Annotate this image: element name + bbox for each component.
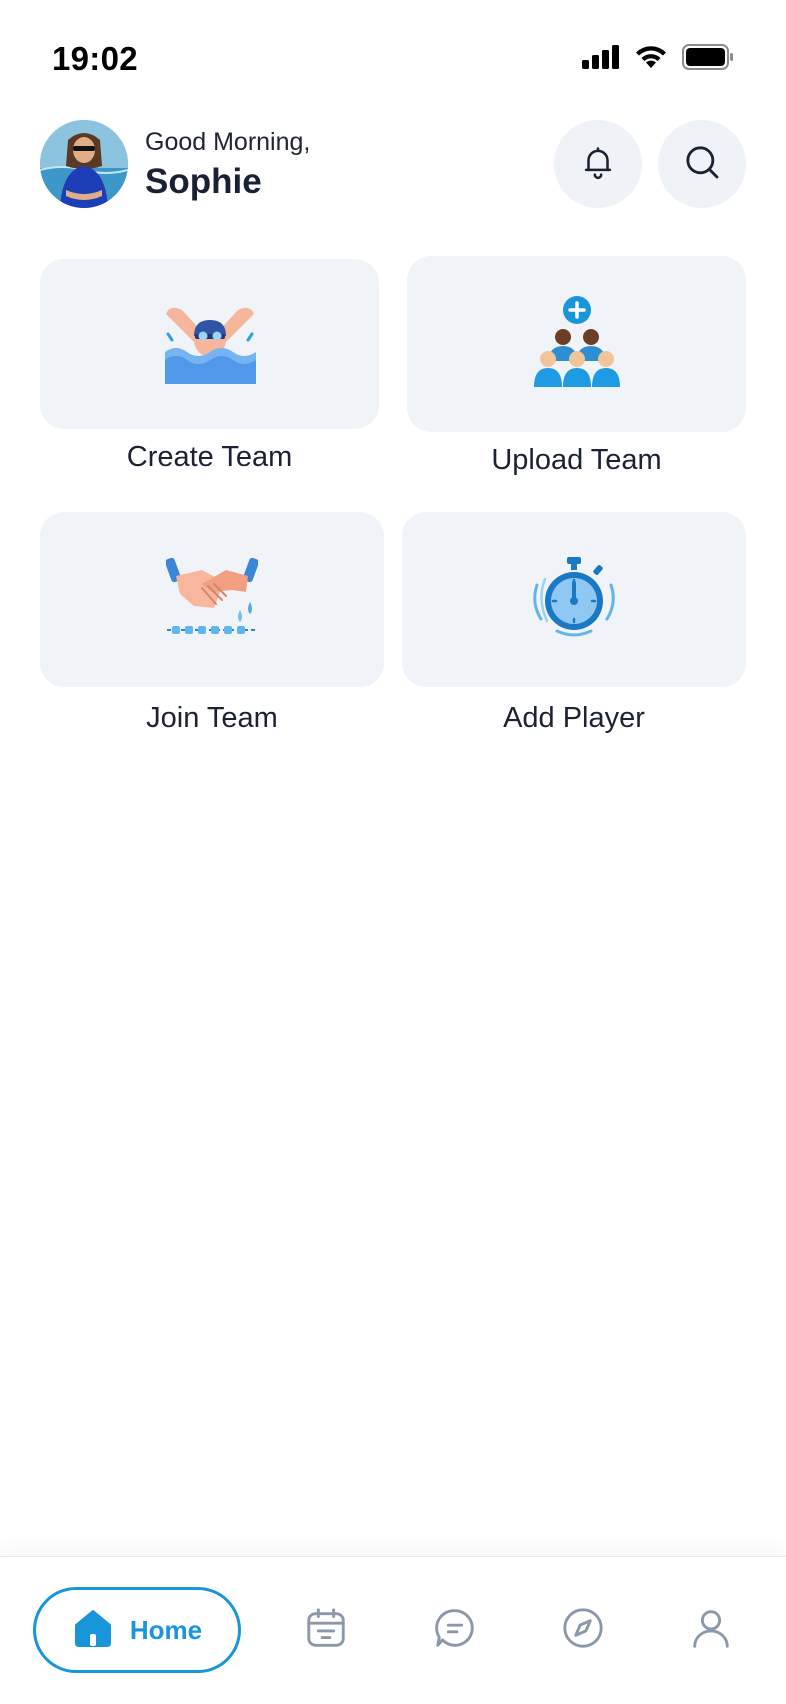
add-player-label: Add Player [503, 702, 645, 734]
nav-profile-button[interactable] [686, 1605, 736, 1655]
greeting-text: Good Morning, [145, 128, 311, 156]
add-player-card[interactable] [402, 512, 746, 687]
header: Good Morning, Sophie [40, 118, 746, 210]
battery-icon [682, 44, 734, 70]
upload-team-label: Upload Team [491, 444, 662, 476]
home-screen: 19:02 Good Morning, Sophie Create Team U… [0, 0, 786, 1704]
search-button[interactable] [658, 120, 746, 208]
status-time: 19:02 [52, 40, 138, 77]
wifi-icon [634, 44, 668, 70]
nav-home-label: Home [129, 1614, 203, 1645]
swimmer-icon [164, 300, 256, 389]
nav-explore-button[interactable] [558, 1605, 608, 1655]
signal-icon [582, 45, 620, 69]
chat-icon [432, 1605, 478, 1656]
compass-icon [560, 1605, 606, 1656]
nav-chat-button[interactable] [430, 1605, 480, 1655]
user-name: Sophie [145, 162, 262, 201]
nav-home-button[interactable]: Home [33, 1587, 241, 1673]
join-team-label: Join Team [146, 702, 278, 734]
upload-team-card[interactable] [407, 256, 746, 432]
search-icon [682, 142, 722, 187]
notifications-button[interactable] [554, 120, 642, 208]
bottom-nav: Home [0, 1556, 786, 1704]
team-add-icon [533, 295, 620, 394]
bell-icon [579, 143, 617, 186]
calendar-icon [303, 1605, 349, 1656]
join-team-card[interactable] [40, 512, 384, 687]
home-icon [72, 1608, 114, 1653]
status-bar: 19:02 [0, 0, 786, 120]
handshake-icon [165, 556, 259, 643]
stopwatch-icon [529, 555, 619, 644]
nav-calendar-button[interactable] [301, 1605, 351, 1655]
create-team-label: Create Team [126, 441, 293, 473]
status-icons [582, 44, 734, 70]
avatar[interactable] [40, 120, 128, 208]
create-team-card[interactable] [40, 259, 379, 429]
profile-icon [688, 1605, 734, 1656]
